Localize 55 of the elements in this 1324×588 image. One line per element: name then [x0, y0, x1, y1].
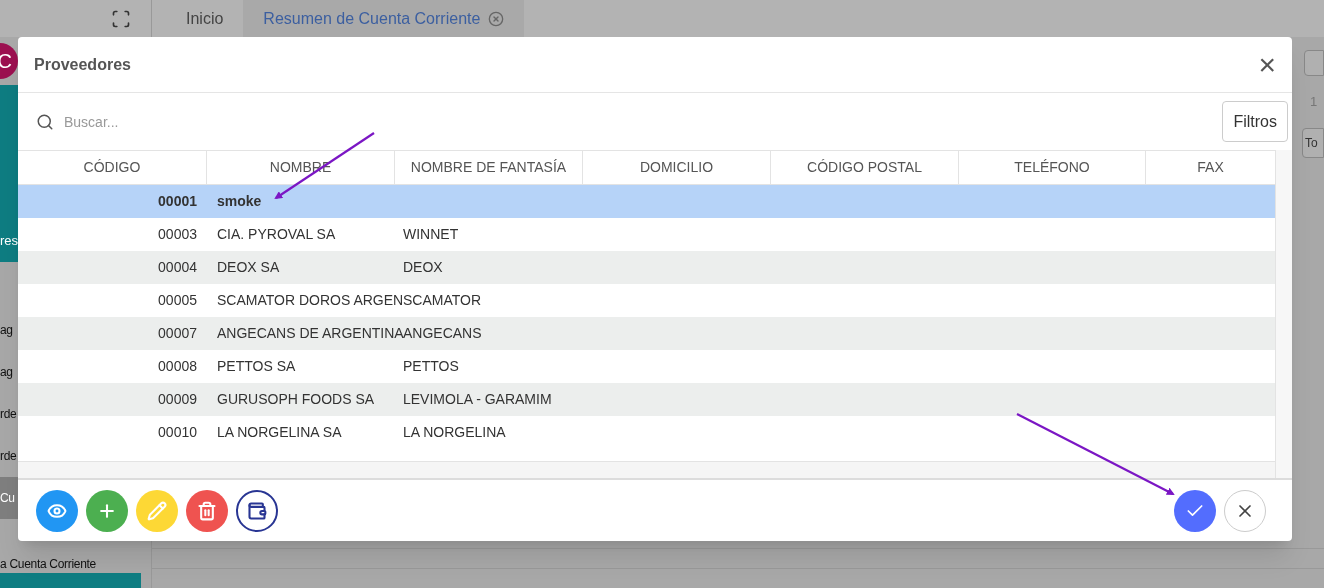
- table-cell: LA NORGELINA: [403, 424, 506, 440]
- search-field[interactable]: Buscar...: [64, 106, 436, 137]
- search-icon: [36, 112, 54, 131]
- table-cell: SCAMATOR DOROS ARGEN: [217, 292, 404, 308]
- table-row[interactable]: 00001 smoke: [18, 185, 1275, 218]
- background-button[interactable]: [1304, 50, 1324, 76]
- column-header[interactable]: TELÉFONO: [959, 151, 1146, 184]
- table-row[interactable]: 00009 GURUSOPH FOODS SA LEVIMOLA - GARAMIM: [18, 383, 1275, 416]
- column-header[interactable]: CÓDIGO: [18, 151, 207, 184]
- table-cell: GURUSOPH FOODS SA: [217, 391, 375, 407]
- pencil-icon: [147, 500, 167, 521]
- account-button[interactable]: [236, 489, 278, 532]
- table-cell: PETTOS SA: [217, 358, 296, 374]
- column-header[interactable]: NOMBRE DE FANTASÍA: [395, 151, 583, 184]
- table-cell: DEOX SA: [217, 259, 280, 275]
- table-cell-text: 00005: [158, 291, 197, 310]
- column-header[interactable]: DOMICILIO: [583, 151, 771, 184]
- table-cell: SCAMATOR: [403, 292, 482, 308]
- trash-icon: [197, 500, 217, 521]
- table-row[interactable]: 00007 ANGECANS DE ARGENTINAANGECANS: [18, 317, 1275, 350]
- close-tab-icon[interactable]: [488, 10, 505, 27]
- modal-title: Proveedores: [34, 54, 131, 75]
- delete-button[interactable]: [186, 489, 228, 532]
- table-cell-text: 00008: [158, 357, 197, 376]
- wallet-icon: [247, 500, 267, 521]
- column-header[interactable]: CÓDIGO POSTAL: [771, 151, 959, 184]
- background-button[interactable]: To: [1302, 127, 1324, 158]
- table-cell: LEVIMOLA - GARAMIM: [403, 391, 552, 407]
- table-cell: ANGECANS DE ARGENTINA: [217, 325, 404, 341]
- confirm-button[interactable]: [1174, 489, 1216, 532]
- table-cell: CIA. PYROVAL SA: [217, 226, 336, 242]
- table-cell: PETTOS: [403, 358, 459, 374]
- table-row[interactable]: 00004 DEOX SA DEOX: [18, 251, 1275, 284]
- tab[interactable]: Inicio: [166, 0, 244, 37]
- table-cell: LA NORGELINA SA: [217, 424, 342, 440]
- table-cell: WINNET: [403, 226, 459, 242]
- table-cell: ANGECANS: [403, 325, 482, 341]
- filters-button[interactable]: Filtros: [1222, 101, 1288, 142]
- close-button[interactable]: ×: [1258, 49, 1276, 80]
- fullscreen-icon[interactable]: [111, 8, 131, 29]
- column-header[interactable]: FAX: [1146, 151, 1275, 184]
- table-cell-text: 00003: [158, 225, 197, 244]
- vertical-scrollbar[interactable]: [1275, 150, 1292, 478]
- view-button[interactable]: [36, 489, 78, 532]
- horizontal-scrollbar[interactable]: [18, 461, 1275, 478]
- table-cell: DEOX: [403, 259, 443, 275]
- sidebar-label: res: [0, 231, 19, 250]
- table-cell-text: 00001: [158, 192, 197, 211]
- cancel-button[interactable]: [1224, 489, 1266, 532]
- table-cell-text: 00007: [158, 324, 197, 343]
- table-cell-text: 00010: [158, 423, 197, 442]
- table-cell-text: 00009: [158, 390, 197, 409]
- table-cell-text: 00004: [158, 258, 197, 277]
- add-button[interactable]: [86, 489, 128, 532]
- table-cell: smoke: [217, 193, 262, 209]
